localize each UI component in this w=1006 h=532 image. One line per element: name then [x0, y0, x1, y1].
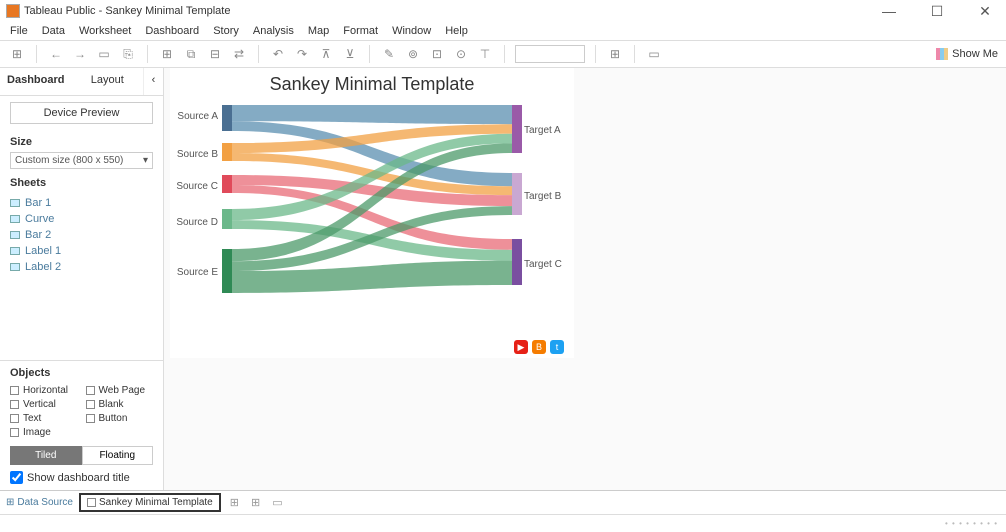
- social-icons: ▶ B t: [514, 340, 564, 354]
- menu-worksheet[interactable]: Worksheet: [73, 24, 137, 38]
- duplicate-icon[interactable]: ⧉: [182, 45, 200, 63]
- text-icon[interactable]: ⊤: [476, 45, 494, 63]
- sheet-icon: [10, 247, 20, 255]
- label-icon[interactable]: ⊡: [428, 45, 446, 63]
- data-source-tab[interactable]: ⊞Data Source: [6, 497, 73, 508]
- sort-desc-icon[interactable]: ⊻: [341, 45, 359, 63]
- menu-window[interactable]: Window: [386, 24, 437, 38]
- new-worksheet-icon[interactable]: ⊞: [227, 496, 242, 509]
- sankey-chart: Source A Source B Source C Source D Sour…: [170, 99, 574, 329]
- object-button[interactable]: Button: [86, 413, 154, 424]
- tab-layout[interactable]: Layout: [72, 68, 144, 95]
- new-data-icon[interactable]: ⎘: [119, 45, 137, 63]
- undo-icon[interactable]: ↶: [269, 45, 287, 63]
- menu-dashboard[interactable]: Dashboard: [139, 24, 205, 38]
- source-label: Source E: [176, 267, 218, 278]
- status-indicator: • • • • • • • •: [945, 519, 998, 528]
- fit-icon[interactable]: ⊞: [606, 45, 624, 63]
- show-title-label: Show dashboard title: [27, 472, 130, 484]
- bottombar: ⊞Data Source Sankey Minimal Template ⊞ ⊞…: [0, 490, 1006, 514]
- sheet-icon: [10, 231, 20, 239]
- menu-format[interactable]: Format: [337, 24, 384, 38]
- source-label: Source C: [176, 181, 218, 192]
- sheet-item[interactable]: Label 1: [10, 243, 153, 259]
- sheet-icon: [10, 215, 20, 223]
- maximize-button[interactable]: ☐: [922, 1, 952, 21]
- sheet-item[interactable]: Label 2: [10, 259, 153, 275]
- group-icon[interactable]: ⊚: [404, 45, 422, 63]
- new-sheet-icon[interactable]: ⊞: [158, 45, 176, 63]
- size-header: Size: [10, 136, 153, 148]
- menu-map[interactable]: Map: [302, 24, 335, 38]
- app-icon: [6, 4, 20, 18]
- tab-collapse-icon[interactable]: ‹: [143, 68, 163, 95]
- object-text[interactable]: Text: [10, 413, 78, 424]
- titlebar: Tableau Public - Sankey Minimal Template…: [0, 0, 1006, 22]
- object-vertical[interactable]: Vertical: [10, 399, 78, 410]
- statusbar: • • • • • • • •: [0, 514, 1006, 532]
- sheet-item[interactable]: Bar 1: [10, 195, 153, 211]
- redo-icon[interactable]: ↷: [293, 45, 311, 63]
- source-label: Source A: [176, 111, 218, 122]
- new-dashboard-icon[interactable]: ⊞: [248, 496, 263, 509]
- dashboard-title: Sankey Minimal Template: [170, 68, 574, 99]
- sheet-item[interactable]: Bar 2: [10, 227, 153, 243]
- floating-button[interactable]: Floating: [82, 446, 154, 465]
- pin-icon[interactable]: ⊙: [452, 45, 470, 63]
- menu-story[interactable]: Story: [207, 24, 245, 38]
- sheet-icon: [10, 199, 20, 207]
- sort-asc-icon[interactable]: ⊼: [317, 45, 335, 63]
- presentation-icon[interactable]: ▭: [645, 45, 663, 63]
- tableau-logo-icon[interactable]: ⊞: [8, 45, 26, 63]
- objects-header: Objects: [10, 367, 153, 379]
- chevron-down-icon: ▾: [143, 155, 148, 166]
- blogger-icon[interactable]: B: [532, 340, 546, 354]
- format-select[interactable]: [515, 45, 585, 63]
- menu-data[interactable]: Data: [36, 24, 71, 38]
- sheet-item[interactable]: Curve: [10, 211, 153, 227]
- target-label: Target C: [524, 259, 568, 270]
- back-icon[interactable]: ←: [47, 45, 65, 63]
- object-horizontal[interactable]: Horizontal: [10, 385, 78, 396]
- highlight-icon[interactable]: ✎: [380, 45, 398, 63]
- swap-icon[interactable]: ⇄: [230, 45, 248, 63]
- canvas[interactable]: Sankey Minimal Template Source A Source …: [164, 68, 1006, 490]
- device-preview-button[interactable]: Device Preview: [10, 102, 153, 124]
- dashboard[interactable]: Sankey Minimal Template Source A Source …: [170, 68, 574, 358]
- active-sheet-tab[interactable]: Sankey Minimal Template: [79, 493, 221, 512]
- data-source-icon: ⊞: [6, 497, 14, 508]
- target-label: Target A: [524, 125, 568, 136]
- show-me-icon: [936, 48, 948, 60]
- object-image[interactable]: Image: [10, 427, 78, 438]
- show-me-button[interactable]: Show Me: [936, 48, 998, 60]
- source-label: Source B: [176, 149, 218, 160]
- menubar: File Data Worksheet Dashboard Story Anal…: [0, 22, 1006, 40]
- menu-analysis[interactable]: Analysis: [247, 24, 300, 38]
- clear-icon[interactable]: ⊟: [206, 45, 224, 63]
- show-title-checkbox[interactable]: [10, 471, 23, 484]
- dashboard-icon: [87, 498, 96, 507]
- toolbar: ⊞ ← → ▭ ⎘ ⊞ ⧉ ⊟ ⇄ ↶ ↷ ⊼ ⊻ ✎ ⊚ ⊡ ⊙ ⊤ ⊞ ▭ …: [0, 40, 1006, 68]
- sheet-icon: [10, 263, 20, 271]
- close-button[interactable]: ✕: [970, 1, 1000, 21]
- window-title: Tableau Public - Sankey Minimal Template: [24, 5, 874, 17]
- sheets-header: Sheets: [10, 177, 153, 189]
- twitter-icon[interactable]: t: [550, 340, 564, 354]
- source-label: Source D: [176, 217, 218, 228]
- sheets-list: Bar 1 Curve Bar 2 Label 1 Label 2: [0, 195, 163, 275]
- size-select[interactable]: Custom size (800 x 550) ▾: [10, 152, 153, 169]
- youtube-icon[interactable]: ▶: [514, 340, 528, 354]
- object-blank[interactable]: Blank: [86, 399, 154, 410]
- sidebar: Dashboard Layout ‹ Device Preview Size C…: [0, 68, 164, 490]
- new-story-icon[interactable]: ▭: [269, 496, 285, 509]
- menu-help[interactable]: Help: [439, 24, 474, 38]
- minimize-button[interactable]: —: [874, 1, 904, 21]
- tab-dashboard[interactable]: Dashboard: [0, 68, 72, 95]
- object-webpage[interactable]: Web Page: [86, 385, 154, 396]
- menu-file[interactable]: File: [4, 24, 34, 38]
- tiled-button[interactable]: Tiled: [10, 446, 82, 465]
- save-icon[interactable]: ▭: [95, 45, 113, 63]
- forward-icon[interactable]: →: [71, 45, 89, 63]
- target-label: Target B: [524, 191, 568, 202]
